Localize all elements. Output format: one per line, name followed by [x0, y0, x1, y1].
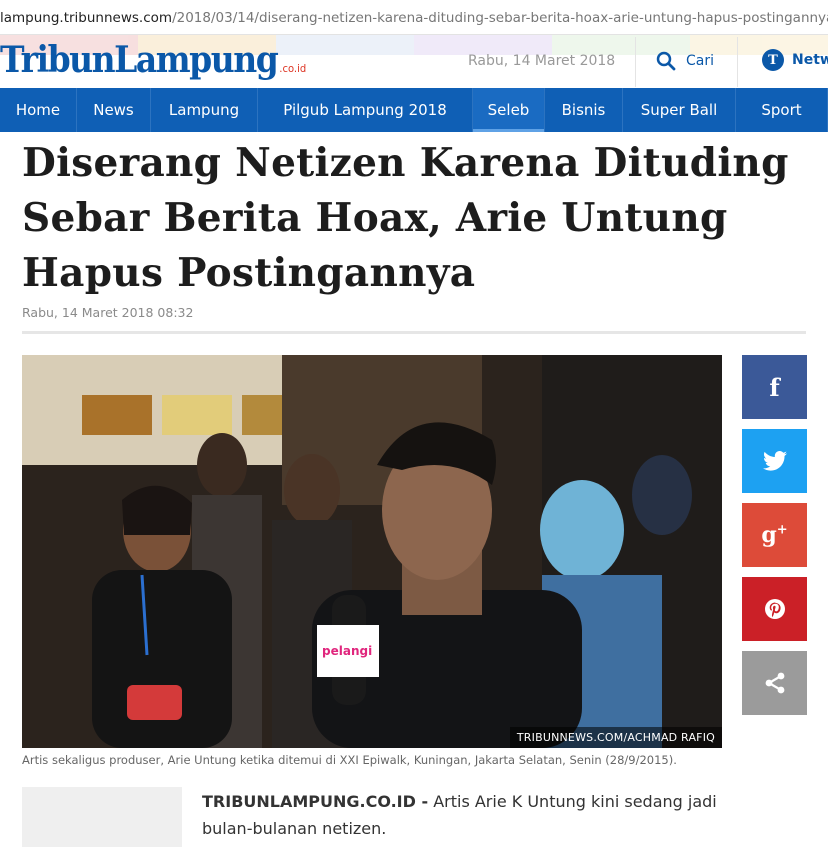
url-bar[interactable]: lampung.tribunnews.com/2018/03/14/disera…: [0, 0, 828, 35]
site-header: TribunLampung .co.id Rabu, 14 Maret 2018 …: [0, 35, 828, 88]
nav-item-lampung[interactable]: Lampung: [151, 88, 258, 132]
header-divider: [737, 37, 738, 87]
pinterest-icon: [764, 599, 785, 619]
nav-label: Sport: [761, 101, 802, 119]
photo-credit: TRIBUNNEWS.COM/ACHMAD RAFIQ: [509, 727, 722, 748]
nav-label: Super Ball: [640, 101, 718, 119]
share-icon: [765, 672, 784, 694]
nav-item-home[interactable]: Home: [0, 88, 77, 132]
header-date: Rabu, 14 Maret 2018: [468, 53, 616, 69]
network-button[interactable]: T Netw: [762, 49, 828, 71]
nav-item-bisnis[interactable]: Bisnis: [545, 88, 623, 132]
logo-domain: .co.id: [279, 63, 307, 76]
article-date: Rabu, 14 Maret 2018 08:32: [22, 305, 194, 320]
facebook-icon: f: [769, 372, 780, 402]
share-more-button[interactable]: [742, 651, 807, 715]
photo-illustration: pelangi: [22, 355, 722, 748]
article-title: Diserang Netizen Karena Dituding Sebar B…: [22, 140, 789, 296]
header-divider: [635, 37, 636, 87]
tribun-network-icon: T: [762, 49, 784, 71]
ad-placeholder: [22, 787, 182, 847]
nav-item-pilgub[interactable]: Pilgub Lampung 2018: [258, 88, 473, 132]
mic-label: pelangi: [322, 644, 372, 658]
share-facebook-button[interactable]: f: [742, 355, 807, 419]
nav-item-super-ball[interactable]: Super Ball: [623, 88, 736, 132]
search-icon: [656, 51, 676, 71]
url-path: /2018/03/14/diserang-netizen-karena-ditu…: [172, 10, 828, 26]
network-label: Netw: [792, 52, 828, 68]
url-domain: lampung.tribunnews.com: [0, 10, 173, 26]
share-pinterest-button[interactable]: [742, 577, 807, 641]
site-logo[interactable]: TribunLampung .co.id: [0, 38, 306, 86]
nav-label: Seleb: [487, 101, 530, 119]
nav-label: Home: [15, 101, 61, 119]
twitter-icon: [762, 451, 787, 471]
article-photo[interactable]: pelangi TRIBUNNEWS.COM/ACHMAD RAFIQ: [22, 355, 722, 748]
nav-label: News: [93, 101, 134, 119]
google-plus-icon: g+: [761, 522, 788, 548]
search-button[interactable]: Cari: [656, 51, 714, 71]
logo-text: TribunLampung: [0, 37, 279, 81]
main-nav: Home News Lampung Pilgub Lampung 2018 Se…: [0, 88, 828, 132]
photo-caption: Artis sekaligus produser, Arie Untung ke…: [22, 753, 677, 767]
share-google-plus-button[interactable]: g+: [742, 503, 807, 567]
nav-item-news[interactable]: News: [77, 88, 151, 132]
nav-label: Bisnis: [561, 101, 606, 119]
nav-label: Pilgub Lampung 2018: [283, 101, 447, 119]
nav-item-seleb[interactable]: Seleb: [473, 88, 545, 132]
nav-item-sport[interactable]: Sport: [736, 88, 828, 132]
lead-source: TRIBUNLAMPUNG.CO.ID -: [202, 792, 429, 811]
search-label: Cari: [686, 53, 714, 69]
article-lead: TRIBUNLAMPUNG.CO.ID - Artis Arie K Untun…: [202, 788, 722, 842]
divider: [22, 331, 806, 334]
nav-label: Lampung: [168, 101, 240, 119]
share-twitter-button[interactable]: [742, 429, 807, 493]
